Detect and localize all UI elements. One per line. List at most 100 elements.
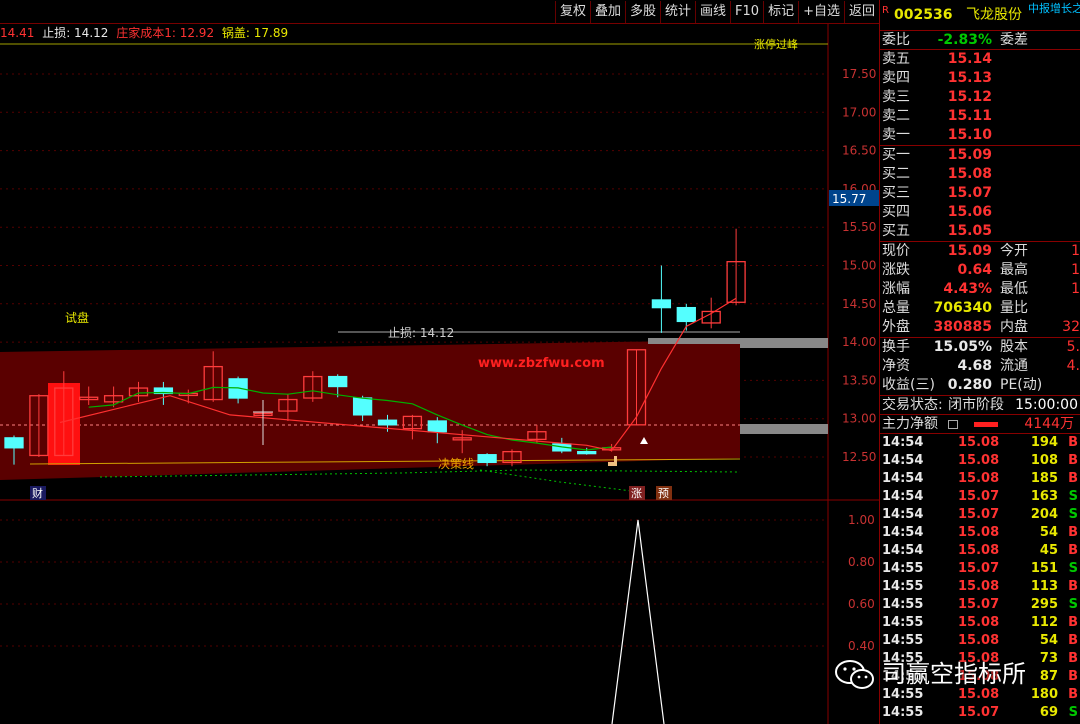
stock-header: R 002536 飞龙股份 中报增长之 — [880, 0, 1080, 30]
trade-row: 14:54 15.07 163 S — [880, 488, 1080, 506]
quote-row: 净资 4.68 流通 4. — [880, 357, 1080, 376]
trial-label: 试盘 — [65, 310, 89, 325]
quote-row: 卖二 15.11 — [880, 107, 1080, 126]
trade-time: 14:54 — [882, 435, 924, 450]
trade-price: 15.07 — [958, 705, 1000, 720]
trade-price: 15.08 — [958, 525, 1000, 540]
grid-icon[interactable] — [948, 420, 958, 429]
row-label: 买一 — [882, 147, 910, 163]
lower-tick: 0.80 — [848, 555, 875, 569]
trade-side: B — [1068, 543, 1078, 558]
trade-status-label: 交易状态: — [882, 397, 943, 413]
trade-row: 14:54 15.08 194 B — [880, 434, 1080, 452]
trade-side: B — [1068, 651, 1078, 666]
stock-tag[interactable]: 中报增长之 — [1028, 0, 1080, 24]
row-value: 15.11 — [947, 108, 992, 124]
main-net-value: 4144万 — [1024, 416, 1074, 432]
row-label: 卖四 — [882, 70, 910, 86]
trade-volume: 112 — [1030, 615, 1058, 630]
row-value-2: 1 — [1071, 243, 1080, 259]
trade-row: 14:54 15.08 45 B — [880, 542, 1080, 560]
row-value: 15.07 — [947, 185, 992, 201]
stop-loss-label: 止损: 14.12 — [388, 326, 454, 340]
trade-side: B — [1068, 453, 1078, 468]
trade-time: 14:55 — [882, 633, 924, 648]
trade-time: 15:00:00 — [1015, 397, 1078, 413]
price-axis-labels: 17.5017.0016.5016.0015.5015.0014.5014.00… — [842, 67, 876, 464]
trade-volume: 113 — [1030, 579, 1058, 594]
trade-side: B — [1068, 633, 1078, 648]
row-value: 15.09 — [947, 147, 992, 163]
row-label: 卖三 — [882, 89, 910, 105]
row-value-2: 4. — [1066, 358, 1080, 374]
trade-volume: 73 — [1039, 651, 1058, 666]
row-label-2: 股本 — [1000, 339, 1028, 355]
trade-price: 15.07 — [958, 597, 1000, 612]
trade-side: S — [1068, 597, 1078, 612]
kline-chart[interactable]: 止损: 14.12 试盘 www.zbzfwu.com 决策线 涨停过峰 财 涨… — [0, 0, 879, 724]
trade-side: B — [1068, 525, 1078, 540]
quote-row: 现价 15.09 今开 1 — [880, 242, 1080, 261]
trade-time: 14:54 — [882, 507, 924, 522]
candle-body — [577, 450, 597, 455]
signal-spike — [611, 519, 665, 724]
row-label-2: PE(动) — [1000, 377, 1043, 393]
price-tick: 13.50 — [842, 373, 876, 387]
trade-side: S — [1068, 561, 1078, 576]
trade-side: S — [1068, 489, 1078, 504]
current-price-label: 15.77 — [832, 192, 866, 206]
net-flow-bar — [974, 422, 998, 427]
trade-row: 14:55 15.08 112 B — [880, 614, 1080, 632]
row-value: 15.06 — [947, 204, 992, 220]
row-label: 涨跌 — [882, 262, 910, 278]
row-label: 净资 — [882, 358, 910, 374]
trade-side: B — [1068, 669, 1078, 684]
trade-side: B — [1068, 687, 1078, 702]
trade-time: 14:54 — [882, 525, 924, 540]
trade-status-row: 交易状态: 闭市阶段 15:00:00 — [880, 395, 1080, 414]
row-label: 总量 — [882, 300, 910, 316]
trade-volume: 151 — [1030, 561, 1058, 576]
candle-body — [676, 306, 696, 323]
row-label-2: 量比 — [1000, 300, 1028, 316]
row-value: 0.64 — [957, 262, 992, 278]
row-label: 卖五 — [882, 51, 910, 67]
price-tick: 15.00 — [842, 259, 876, 273]
trade-price: 15.07 — [958, 489, 1000, 504]
quote-row: 买二 15.08 — [880, 165, 1080, 184]
row-label: 外盘 — [882, 319, 910, 335]
row-value: 15.05% — [933, 339, 992, 355]
trade-volume: 69 — [1039, 705, 1058, 720]
lower-tick: 1.00 — [848, 513, 875, 527]
trade-volume: 163 — [1030, 489, 1058, 504]
trade-row: 14:55 15.07 69 S — [880, 704, 1080, 722]
trade-volume: 87 — [1039, 669, 1058, 684]
trade-price: 15.08 — [958, 543, 1000, 558]
candle-body — [477, 454, 497, 464]
candle[interactable] — [726, 228, 746, 306]
row-value: 15.13 — [947, 70, 992, 86]
row-label: 收益(三) — [882, 377, 935, 393]
row-label-2: 最高 — [1000, 262, 1028, 278]
quote-row: 买一 15.09 — [880, 146, 1080, 165]
row-value: 380885 — [933, 319, 992, 335]
candle[interactable] — [651, 265, 672, 333]
quote-row: 外盘 380885 内盘 32 — [880, 318, 1080, 337]
trade-time: 14:55 — [882, 561, 924, 576]
trade-volume: 204 — [1030, 507, 1058, 522]
row-label: 涨幅 — [882, 281, 910, 297]
quote-row: 卖四 15.13 — [880, 69, 1080, 88]
trade-price: 15.08 — [958, 579, 1000, 594]
trade-side: B — [1068, 435, 1078, 450]
row-label: 买四 — [882, 204, 910, 220]
trade-row: 14:55 15.07 151 S — [880, 560, 1080, 578]
price-tick: 14.00 — [842, 335, 876, 349]
trade-row: 14:55 15.08 54 B — [880, 632, 1080, 650]
quote-row: 总量 706340 量比 — [880, 299, 1080, 318]
row-label: 卖二 — [882, 108, 910, 124]
trade-price: 15.07 — [958, 507, 1000, 522]
price-tick: 15.50 — [842, 220, 876, 234]
price-tick: 13.00 — [842, 412, 876, 426]
trade-volume: 54 — [1039, 633, 1058, 648]
price-tick: 12.50 — [842, 450, 876, 464]
